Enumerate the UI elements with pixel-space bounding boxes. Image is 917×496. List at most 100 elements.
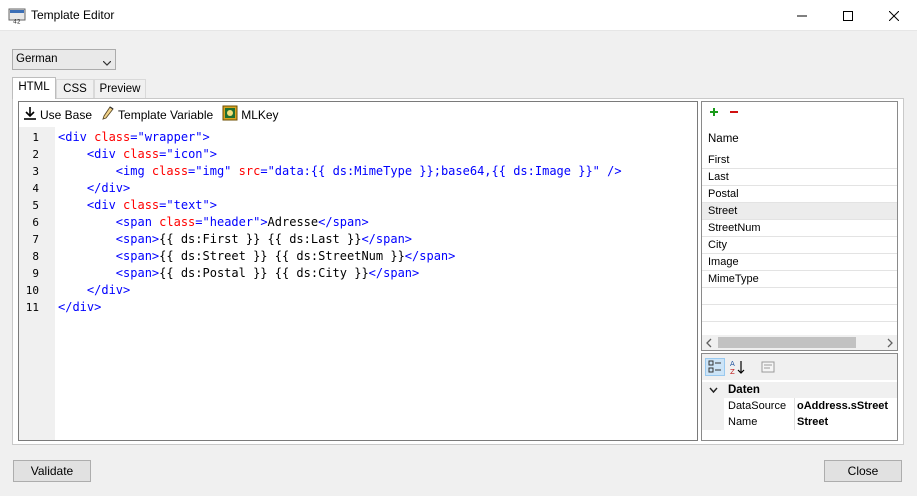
app-icon: 42 [8,7,26,26]
code-line-text: <div class="icon"> [58,146,217,163]
code-line[interactable]: 10 </div> [19,282,697,299]
code-line[interactable]: 1 <div class="wrapper"> [19,129,697,146]
code-line[interactable]: 11 </div> [19,299,697,316]
grid-row[interactable]: StreetNum [702,220,897,237]
property-value[interactable]: Street [797,416,897,428]
code-token: class [123,198,160,212]
code-token: = [195,215,203,229]
scrollbar-thumb[interactable] [718,337,856,348]
close-window-button[interactable] [871,0,917,31]
code-token: </span> [361,232,413,246]
property-name: DataSource [728,400,787,412]
code-token: </div> [58,300,102,314]
grid-row[interactable]: Image [702,254,897,271]
property-pages-icon[interactable] [758,358,778,376]
code-line[interactable]: 5 <div class="text"> [19,197,697,214]
tab-preview[interactable]: Preview [94,79,146,99]
window-title: Template Editor [31,8,115,22]
scroll-right-icon[interactable] [887,337,893,351]
code-token: > [209,147,217,161]
property-category-daten[interactable]: Daten [702,382,897,398]
code-line-text: <div class="text"> [58,197,217,214]
categorized-view-button[interactable] [705,358,725,376]
pencil-icon [101,106,115,123]
code-token: <div [58,130,95,144]
line-number: 2 [32,148,39,161]
code-token: <span> [115,232,160,246]
code-line-text: </div> [58,299,101,316]
code-token: /> [599,164,622,178]
code-line-text: <div class="wrapper"> [58,129,210,146]
title-bar: 42 Template Editor [0,0,917,31]
code-token: "text" [166,198,210,212]
close-button[interactable]: Close [824,460,902,482]
property-row-datasource[interactable]: DataSource oAddress.sStreet [702,398,897,414]
sort-alphabetical-icon[interactable]: A Z [728,358,748,376]
grid-row[interactable]: Street [702,203,897,220]
line-number: 6 [32,216,39,229]
code-token: "data:{{ ds:MimeType }};base64,{{ ds:Ima… [267,164,600,178]
code-line[interactable]: 3 <img class="img" src="data:{{ ds:MimeT… [19,163,697,180]
code-line[interactable]: 2 <div class="icon"> [19,146,697,163]
code-token: {{ ds:Street }} {{ ds:StreetNum }} [159,249,405,263]
line-number: 8 [32,250,39,263]
code-token: class [94,130,131,144]
code-token: </span> [318,215,369,229]
code-token: "wrapper" [137,130,203,144]
tab-css[interactable]: CSS [56,79,94,99]
grid-row[interactable]: Last [702,169,897,186]
grid-row[interactable]: MimeType [702,271,897,288]
language-select-value: German [16,53,58,65]
code-line[interactable]: 7 <span>{{ ds:First }} {{ ds:Last }}</sp… [19,231,697,248]
remove-variable-button[interactable] [729,106,739,120]
property-name: Name [728,416,758,428]
code-line-text: </div> [58,180,130,197]
property-row-name[interactable]: Name Street [702,414,897,430]
svg-text:42: 42 [13,19,21,26]
code-line[interactable]: 4 </div> [19,180,697,197]
download-arrow-icon [23,106,37,123]
property-toolbar: A Z [702,354,897,380]
code-token: src [238,164,261,178]
code-token: "header" [202,215,261,229]
code-line-text: </div> [58,282,130,299]
template-variable-button[interactable]: Template Variable [101,105,216,125]
svg-text:A: A [730,360,735,368]
add-variable-button[interactable] [709,106,719,120]
property-divider [794,414,795,430]
line-number: 1 [32,131,39,144]
code-token: class [123,147,160,161]
scroll-left-icon[interactable] [706,337,712,351]
code-text-area[interactable]: 1 <div class="wrapper"> 2 <div class="icon… [19,127,697,440]
validate-button[interactable]: Validate [13,460,91,482]
language-select[interactable]: German [12,49,116,70]
mlkey-button[interactable]: MLKey [222,105,281,125]
code-token: > [209,198,217,212]
code-line[interactable]: 9 <span>{{ ds:Postal }} {{ ds:City }}</s… [19,265,697,282]
grid-row[interactable]: Postal [702,186,897,203]
horizontal-scrollbar[interactable] [702,335,897,350]
grid-column-header-name[interactable]: Name [708,133,739,145]
use-base-button[interactable]: Use Base [23,105,95,125]
minimize-button[interactable] [779,0,825,31]
maximize-button[interactable] [825,0,871,31]
property-value[interactable]: oAddress.sStreet [797,400,897,412]
grid-row[interactable]: City [702,237,897,254]
code-line[interactable]: 8 <span>{{ ds:Street }} {{ ds:StreetNum … [19,248,697,265]
code-line[interactable]: 6 <span class="header">Adresse</span> [19,214,697,231]
property-row-gutter [702,414,724,430]
chevron-down-icon[interactable] [709,385,718,397]
grid-row[interactable]: First [702,152,897,169]
code-token: > [202,130,210,144]
code-token: {{ ds:Postal }} {{ ds:City }} [159,266,369,280]
tab-html[interactable]: HTML [12,77,56,99]
code-token: <span [115,215,160,229]
mlkey-icon [222,105,238,124]
